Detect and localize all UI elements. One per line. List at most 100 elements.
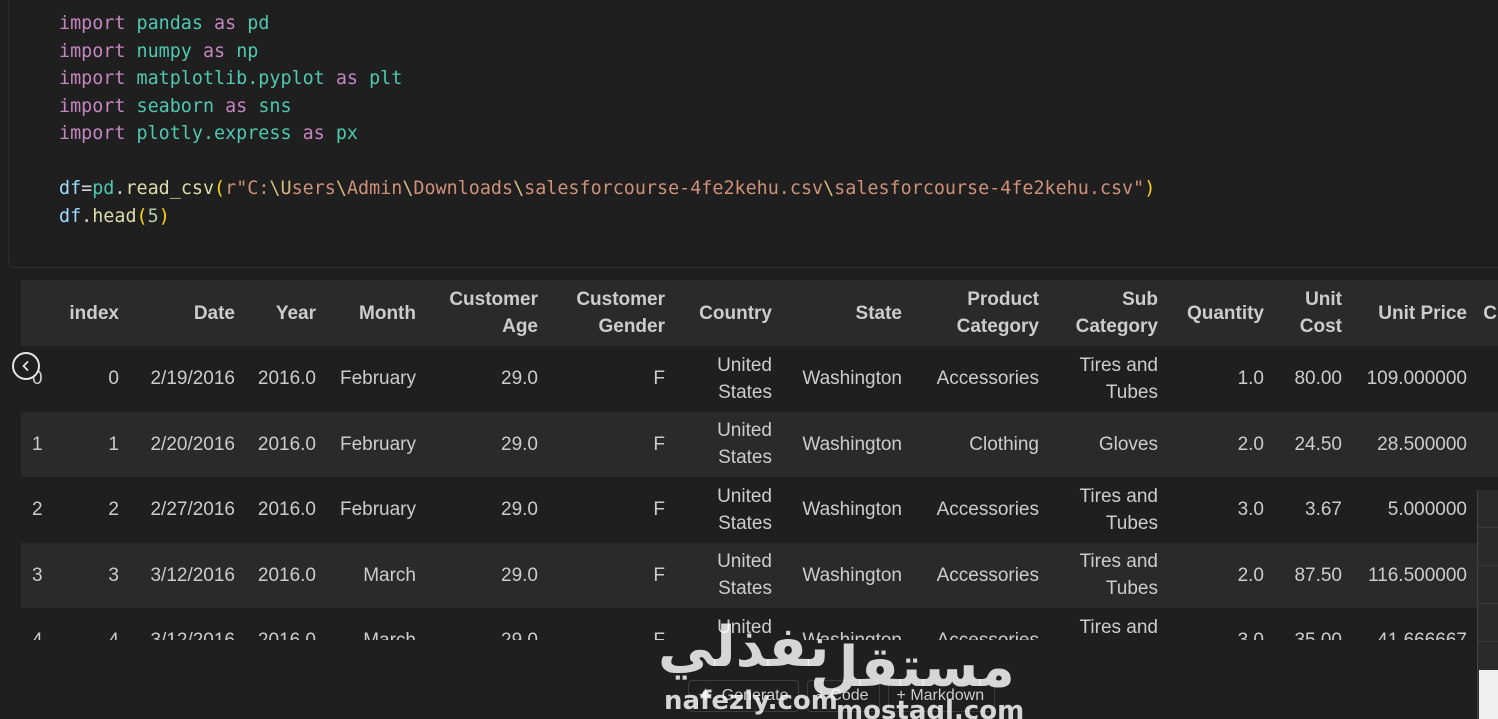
table-cell: 29.0 bbox=[426, 608, 548, 640]
code-cell[interactable]: import pandas as pd import numpy as np imp… bbox=[8, 0, 1498, 268]
table-cell: 29.0 bbox=[501, 499, 538, 521]
table-cell: 5.000000 bbox=[1387, 499, 1467, 521]
add-markdown-cell-button[interactable]: + Markdown bbox=[887, 680, 996, 712]
code-token: numpy bbox=[136, 40, 192, 62]
row-index-cell: 3 bbox=[32, 564, 43, 586]
code-token: ( bbox=[214, 178, 226, 199]
table-cell: 29.0 bbox=[501, 368, 538, 390]
table-cell: March bbox=[326, 608, 426, 640]
code-token: as bbox=[214, 13, 237, 34]
column-header: Date bbox=[193, 302, 235, 324]
code-line[interactable] bbox=[59, 148, 1155, 176]
code-token: import bbox=[59, 95, 126, 117]
table-cell: 1.0 bbox=[1237, 368, 1264, 390]
table-row: 0 0 2/19/2016 2016.0 February 29.0 F United Sta… bbox=[21, 346, 1498, 412]
table-cell: 2/20/2016 bbox=[150, 433, 235, 455]
code-token: \U bbox=[269, 178, 292, 199]
table-cell: 2016.0 bbox=[257, 433, 316, 455]
code-token: salesforcourse-4fe2kehu.csv bbox=[524, 178, 824, 199]
table-cell: F bbox=[653, 433, 665, 455]
code-token: import bbox=[59, 123, 126, 144]
output-area: index Date Year Month Customer Age Customer G… bbox=[21, 280, 1498, 640]
code-token: seaborn bbox=[136, 95, 215, 117]
collapse-output-button[interactable] bbox=[12, 352, 40, 380]
table-cell bbox=[1477, 346, 1498, 412]
code-line[interactable]: df=pd.read_csv(r"C:\Users\Admin\Download… bbox=[59, 175, 1155, 203]
table-cell: 3/12/2016 bbox=[129, 608, 245, 640]
table-cell: Tires and Tubes bbox=[1079, 485, 1159, 534]
table-cell: Tires and Tubes bbox=[1079, 551, 1159, 600]
code-token: pandas bbox=[136, 13, 203, 34]
column-header: Year bbox=[275, 302, 316, 324]
table-cell: 35.00 bbox=[1274, 608, 1352, 640]
floating-cell-toolbar[interactable] bbox=[1477, 490, 1498, 719]
table-header-row: index Date Year Month Customer Age Customer G… bbox=[21, 280, 1498, 346]
code-editor[interactable]: import pandas as pd import numpy as np imp… bbox=[59, 10, 1155, 230]
table-cell: 2016.0 bbox=[245, 608, 326, 640]
code-line[interactable]: import seaborn as sns bbox=[59, 93, 1155, 121]
code-token: px bbox=[335, 123, 358, 144]
table-cell: 3.0 bbox=[1237, 499, 1264, 521]
toolbar-slot[interactable] bbox=[1478, 528, 1498, 566]
code-line[interactable]: df.head(5) bbox=[59, 203, 1155, 231]
code-token: import bbox=[59, 68, 126, 89]
code-token: import bbox=[59, 40, 126, 62]
generate-button[interactable]: ✦ Generate bbox=[688, 680, 800, 712]
table-cell: United States bbox=[717, 420, 772, 469]
table-cell: 29.0 bbox=[501, 564, 538, 586]
code-token: ) bbox=[158, 205, 170, 227]
table-cell: United States bbox=[717, 616, 772, 638]
column-header: index bbox=[69, 302, 119, 324]
table-cell: 2 bbox=[108, 499, 119, 521]
toolbar-slot[interactable] bbox=[1478, 604, 1498, 642]
code-token: as bbox=[202, 40, 226, 62]
table-cell: Washington bbox=[802, 433, 902, 455]
toolbar-slot[interactable] bbox=[1478, 490, 1498, 528]
code-line[interactable]: import pandas as pd bbox=[59, 10, 1155, 38]
table-cell: F bbox=[653, 564, 665, 586]
table-cell: 109.000000 bbox=[1366, 368, 1467, 390]
column-header: State bbox=[855, 302, 902, 324]
table-cell: 2.0 bbox=[1237, 433, 1264, 455]
table-cell: 2/27/2016 bbox=[150, 499, 235, 521]
toolbar-slot[interactable] bbox=[1478, 566, 1498, 604]
table-cell: 2016.0 bbox=[257, 368, 316, 390]
sparkle-icon: ✦ bbox=[697, 685, 714, 707]
table-cell: 29.0 bbox=[501, 433, 538, 455]
table-cell: February bbox=[339, 433, 416, 455]
table-cell: 80.00 bbox=[1294, 368, 1342, 390]
table-cell: F bbox=[548, 608, 675, 640]
code-token: r"C: bbox=[225, 178, 270, 199]
code-line[interactable]: import plotly.express as px bbox=[59, 120, 1155, 148]
code-token: plt bbox=[369, 68, 403, 89]
row-index-cell: 1 bbox=[32, 433, 43, 455]
table-cell: Accessories bbox=[936, 499, 1039, 521]
column-header bbox=[21, 280, 65, 346]
table-row: 1 1 2/20/2016 2016.0 February 29.0 F United Sta… bbox=[21, 411, 1498, 478]
code-token: import bbox=[59, 13, 126, 34]
table-cell: 4 bbox=[65, 608, 129, 640]
column-header: Customer Age bbox=[449, 289, 538, 337]
table-cell: Clothing bbox=[969, 433, 1039, 455]
code-token: = bbox=[81, 178, 93, 199]
insert-cell-toolbar: ✦ Generate + Code + Markdown bbox=[688, 680, 996, 712]
code-token: ( bbox=[136, 205, 148, 227]
code-line[interactable]: import matplotlib.pyplot as plt bbox=[59, 65, 1155, 93]
code-token: df bbox=[59, 205, 82, 227]
code-line[interactable]: import numpy as np bbox=[59, 38, 1155, 66]
table-cell bbox=[1477, 412, 1498, 478]
table-cell: Accessories bbox=[936, 564, 1039, 586]
table-cell: Washington bbox=[802, 368, 902, 390]
code-token: Downloads bbox=[413, 178, 514, 199]
add-code-cell-button[interactable]: + Code bbox=[807, 680, 880, 712]
